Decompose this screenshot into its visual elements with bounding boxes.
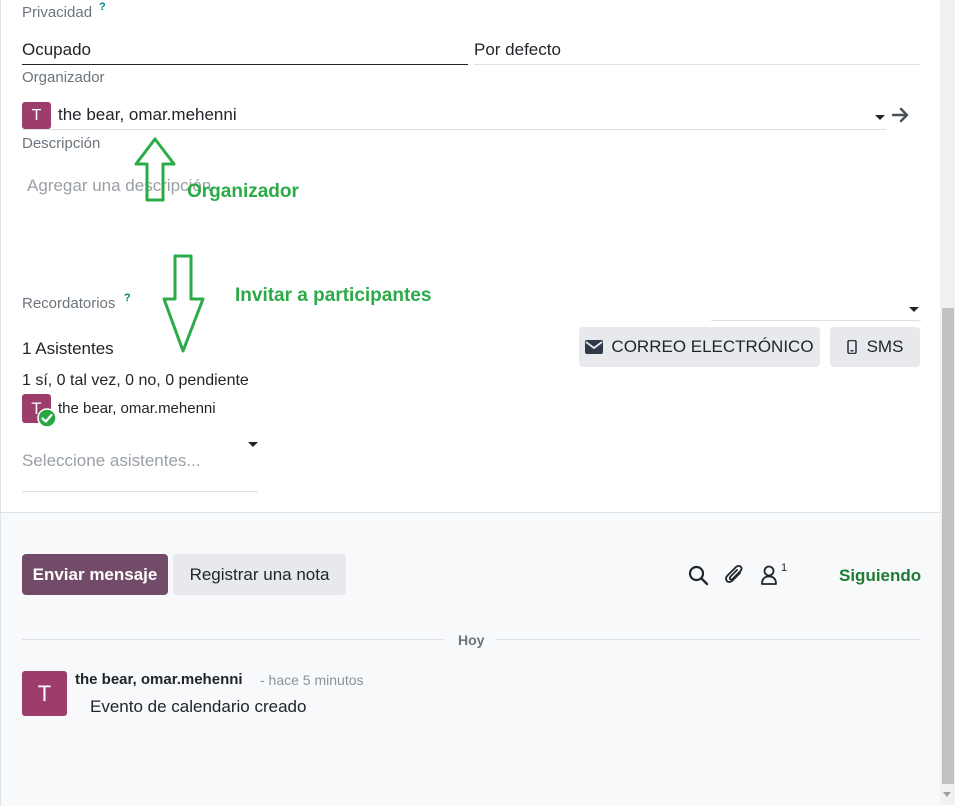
organizer-annotation: Organizador: [187, 181, 299, 202]
description-label: Descripción: [22, 135, 101, 152]
email-button[interactable]: CORREO ELECTRÓNICO: [579, 327, 820, 367]
privacy-help-icon[interactable]: ?: [99, 1, 106, 13]
organizer-dropdown-icon[interactable]: [875, 115, 885, 120]
followers-count: 1: [781, 562, 788, 574]
date-separator: Hoy: [458, 632, 485, 648]
followers-icon[interactable]: [760, 564, 778, 586]
attendee-select-input[interactable]: Seleccione asistentes...: [22, 451, 201, 471]
reminders-underline: [711, 320, 921, 321]
description-input[interactable]: Agregar una descripción: [27, 176, 211, 196]
invite-annotation: Invitar a participantes: [235, 285, 432, 306]
reminders-dropdown-icon[interactable]: [909, 307, 919, 312]
send-message-button[interactable]: Enviar mensaje: [22, 554, 168, 595]
show-as-value[interactable]: Por defecto: [474, 40, 561, 60]
chatter: Enviar mensaje Registrar una nota 1 Sigu…: [0, 512, 941, 806]
down-arrow-annotation-icon: [162, 254, 205, 353]
attendee-select-underline: [22, 491, 258, 492]
organizer-field[interactable]: the bear, omar.mehenni: [58, 105, 237, 125]
privacy-label: Privacidad: [22, 4, 93, 21]
log-note-button[interactable]: Registrar una nota: [173, 554, 346, 595]
scrollbar-thumb[interactable]: [942, 308, 954, 784]
internal-link-arrow-icon[interactable]: [892, 107, 910, 123]
message-time: - hace 5 minutos: [260, 672, 364, 688]
privacy-underline: [22, 64, 468, 65]
scrollbar[interactable]: [940, 0, 955, 805]
date-separator-line-left: [22, 639, 444, 640]
show-as-underline: [474, 64, 920, 65]
message-author-avatar[interactable]: T: [22, 671, 67, 716]
message-author[interactable]: the bear, omar.mehenni: [75, 671, 243, 688]
envelope-icon: [585, 340, 604, 354]
paperclip-icon[interactable]: [724, 563, 746, 587]
event-form: Privacidad ? Ocupado Por defecto Organiz…: [0, 0, 941, 512]
accepted-check-icon: [37, 408, 57, 428]
date-separator-line-right: [496, 639, 920, 640]
sms-button[interactable]: SMS: [830, 327, 920, 367]
organizer-label: Organizador: [22, 69, 105, 86]
organizer-underline: [22, 129, 886, 130]
attendees-status-summary: 1 sí, 0 tal vez, 0 no, 0 pendiente: [22, 372, 249, 389]
sms-button-label: SMS: [866, 337, 904, 356]
email-button-label: CORREO ELECTRÓNICO: [611, 337, 814, 356]
attendee-name: the bear, omar.mehenni: [58, 400, 216, 417]
attendees-count: 1 Asistentes: [22, 339, 114, 358]
message-body: Evento de calendario creado: [90, 697, 307, 716]
up-arrow-annotation-icon: [134, 137, 176, 202]
following-toggle[interactable]: Siguiendo: [839, 566, 921, 586]
attendee-select-dropdown-icon[interactable]: [248, 442, 258, 447]
search-icon[interactable]: [688, 565, 709, 586]
reminders-help-icon[interactable]: ?: [124, 292, 131, 304]
organizer-avatar: T: [22, 102, 51, 129]
privacy-value[interactable]: Ocupado: [22, 40, 91, 60]
scroll-down-arrow-icon[interactable]: [943, 792, 951, 797]
reminders-label: Recordatorios: [22, 295, 116, 312]
mobile-phone-icon: [846, 340, 857, 354]
